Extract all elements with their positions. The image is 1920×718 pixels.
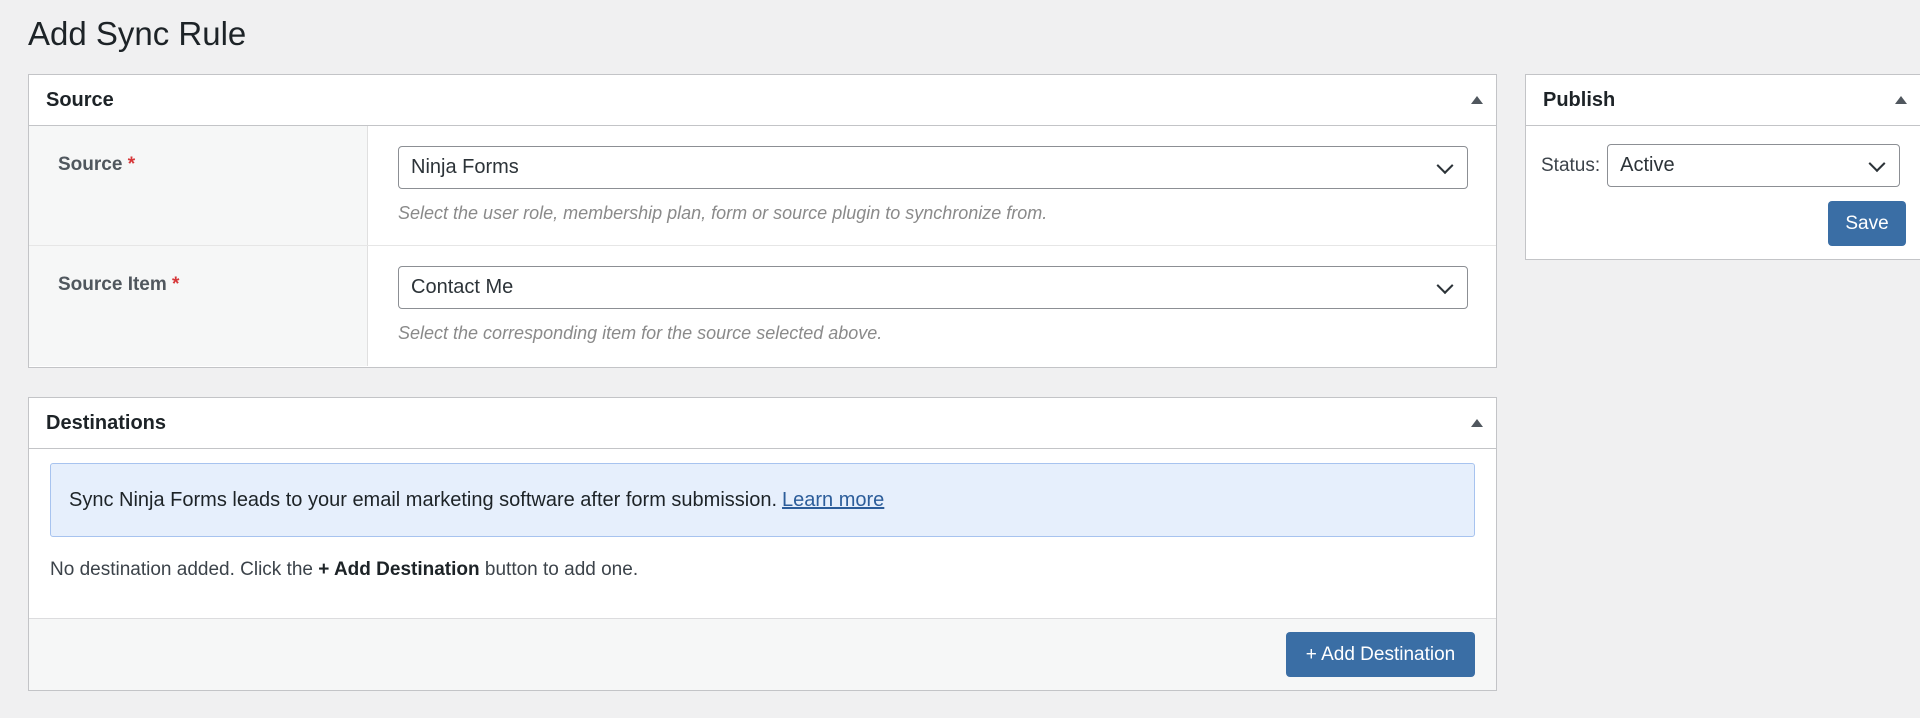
destinations-box-title: Destinations bbox=[46, 411, 167, 434]
source-field-label: Source bbox=[58, 154, 123, 175]
source-item-select[interactable]: Contact Me bbox=[398, 266, 1468, 309]
page: Add Sync Rule Source Source * Ninja Form… bbox=[0, 0, 1920, 718]
destinations-box: Destinations Sync Ninja Forms leads to y… bbox=[28, 397, 1497, 691]
page-title: Add Sync Rule bbox=[28, 15, 247, 52]
publish-box: Publish Status: Active Save bbox=[1525, 74, 1920, 260]
publish-box-header: Publish bbox=[1526, 75, 1920, 126]
source-item-help-text: Select the corresponding item for the so… bbox=[398, 323, 883, 343]
publish-box-title: Publish bbox=[1543, 88, 1616, 111]
source-field-label-cell: Source * bbox=[29, 126, 368, 245]
status-row: Status: Active bbox=[1541, 144, 1901, 187]
source-box: Source Source * Ninja Forms Select the u… bbox=[28, 74, 1497, 368]
source-item-field-row: Source Item * Contact Me Select the corr… bbox=[29, 246, 1496, 366]
source-select-value: Ninja Forms bbox=[411, 156, 519, 178]
source-field-row: Source * Ninja Forms Select the user rol… bbox=[29, 126, 1496, 246]
source-item-field-input-cell: Contact Me Select the corresponding item… bbox=[368, 246, 1496, 366]
status-select[interactable]: Active bbox=[1607, 144, 1901, 187]
source-box-title: Source bbox=[46, 88, 114, 111]
destinations-box-header: Destinations bbox=[29, 398, 1496, 449]
empty-suffix-text: button to add one. bbox=[484, 559, 639, 580]
source-field-input-cell: Ninja Forms Select the user role, member… bbox=[368, 126, 1496, 245]
empty-bold-text: + Add Destination bbox=[318, 559, 480, 580]
source-select[interactable]: Ninja Forms bbox=[398, 146, 1468, 189]
source-box-header: Source bbox=[29, 75, 1496, 126]
required-marker: * bbox=[172, 274, 180, 295]
notice-text: Sync Ninja Forms leads to your email mar… bbox=[69, 488, 778, 511]
collapse-arrow-icon[interactable] bbox=[1895, 96, 1907, 104]
save-button[interactable]: Save bbox=[1828, 201, 1906, 246]
collapse-arrow-icon[interactable] bbox=[1471, 96, 1483, 104]
learn-more-link[interactable]: Learn more bbox=[782, 489, 884, 512]
chevron-down-icon bbox=[1436, 156, 1454, 174]
required-marker: * bbox=[127, 154, 136, 175]
chevron-down-icon bbox=[1868, 154, 1886, 172]
empty-prefix-text: No destination added. Click the bbox=[50, 559, 313, 580]
add-destination-button[interactable]: + Add Destination bbox=[1286, 632, 1475, 677]
status-select-value: Active bbox=[1620, 154, 1675, 176]
collapse-arrow-icon[interactable] bbox=[1471, 419, 1483, 427]
source-item-select-value: Contact Me bbox=[411, 276, 514, 298]
destinations-footer: + Add Destination bbox=[29, 618, 1496, 690]
source-item-field-label-cell: Source Item * bbox=[29, 246, 368, 366]
info-notice: Sync Ninja Forms leads to your email mar… bbox=[50, 463, 1475, 537]
empty-destinations-message: No destination added. Click the + Add De… bbox=[50, 559, 1496, 581]
status-label: Status: bbox=[1541, 154, 1601, 176]
source-item-field-label: Source Item bbox=[58, 274, 167, 295]
source-help-text: Select the user role, membership plan, f… bbox=[398, 203, 1048, 223]
chevron-down-icon bbox=[1436, 276, 1454, 294]
